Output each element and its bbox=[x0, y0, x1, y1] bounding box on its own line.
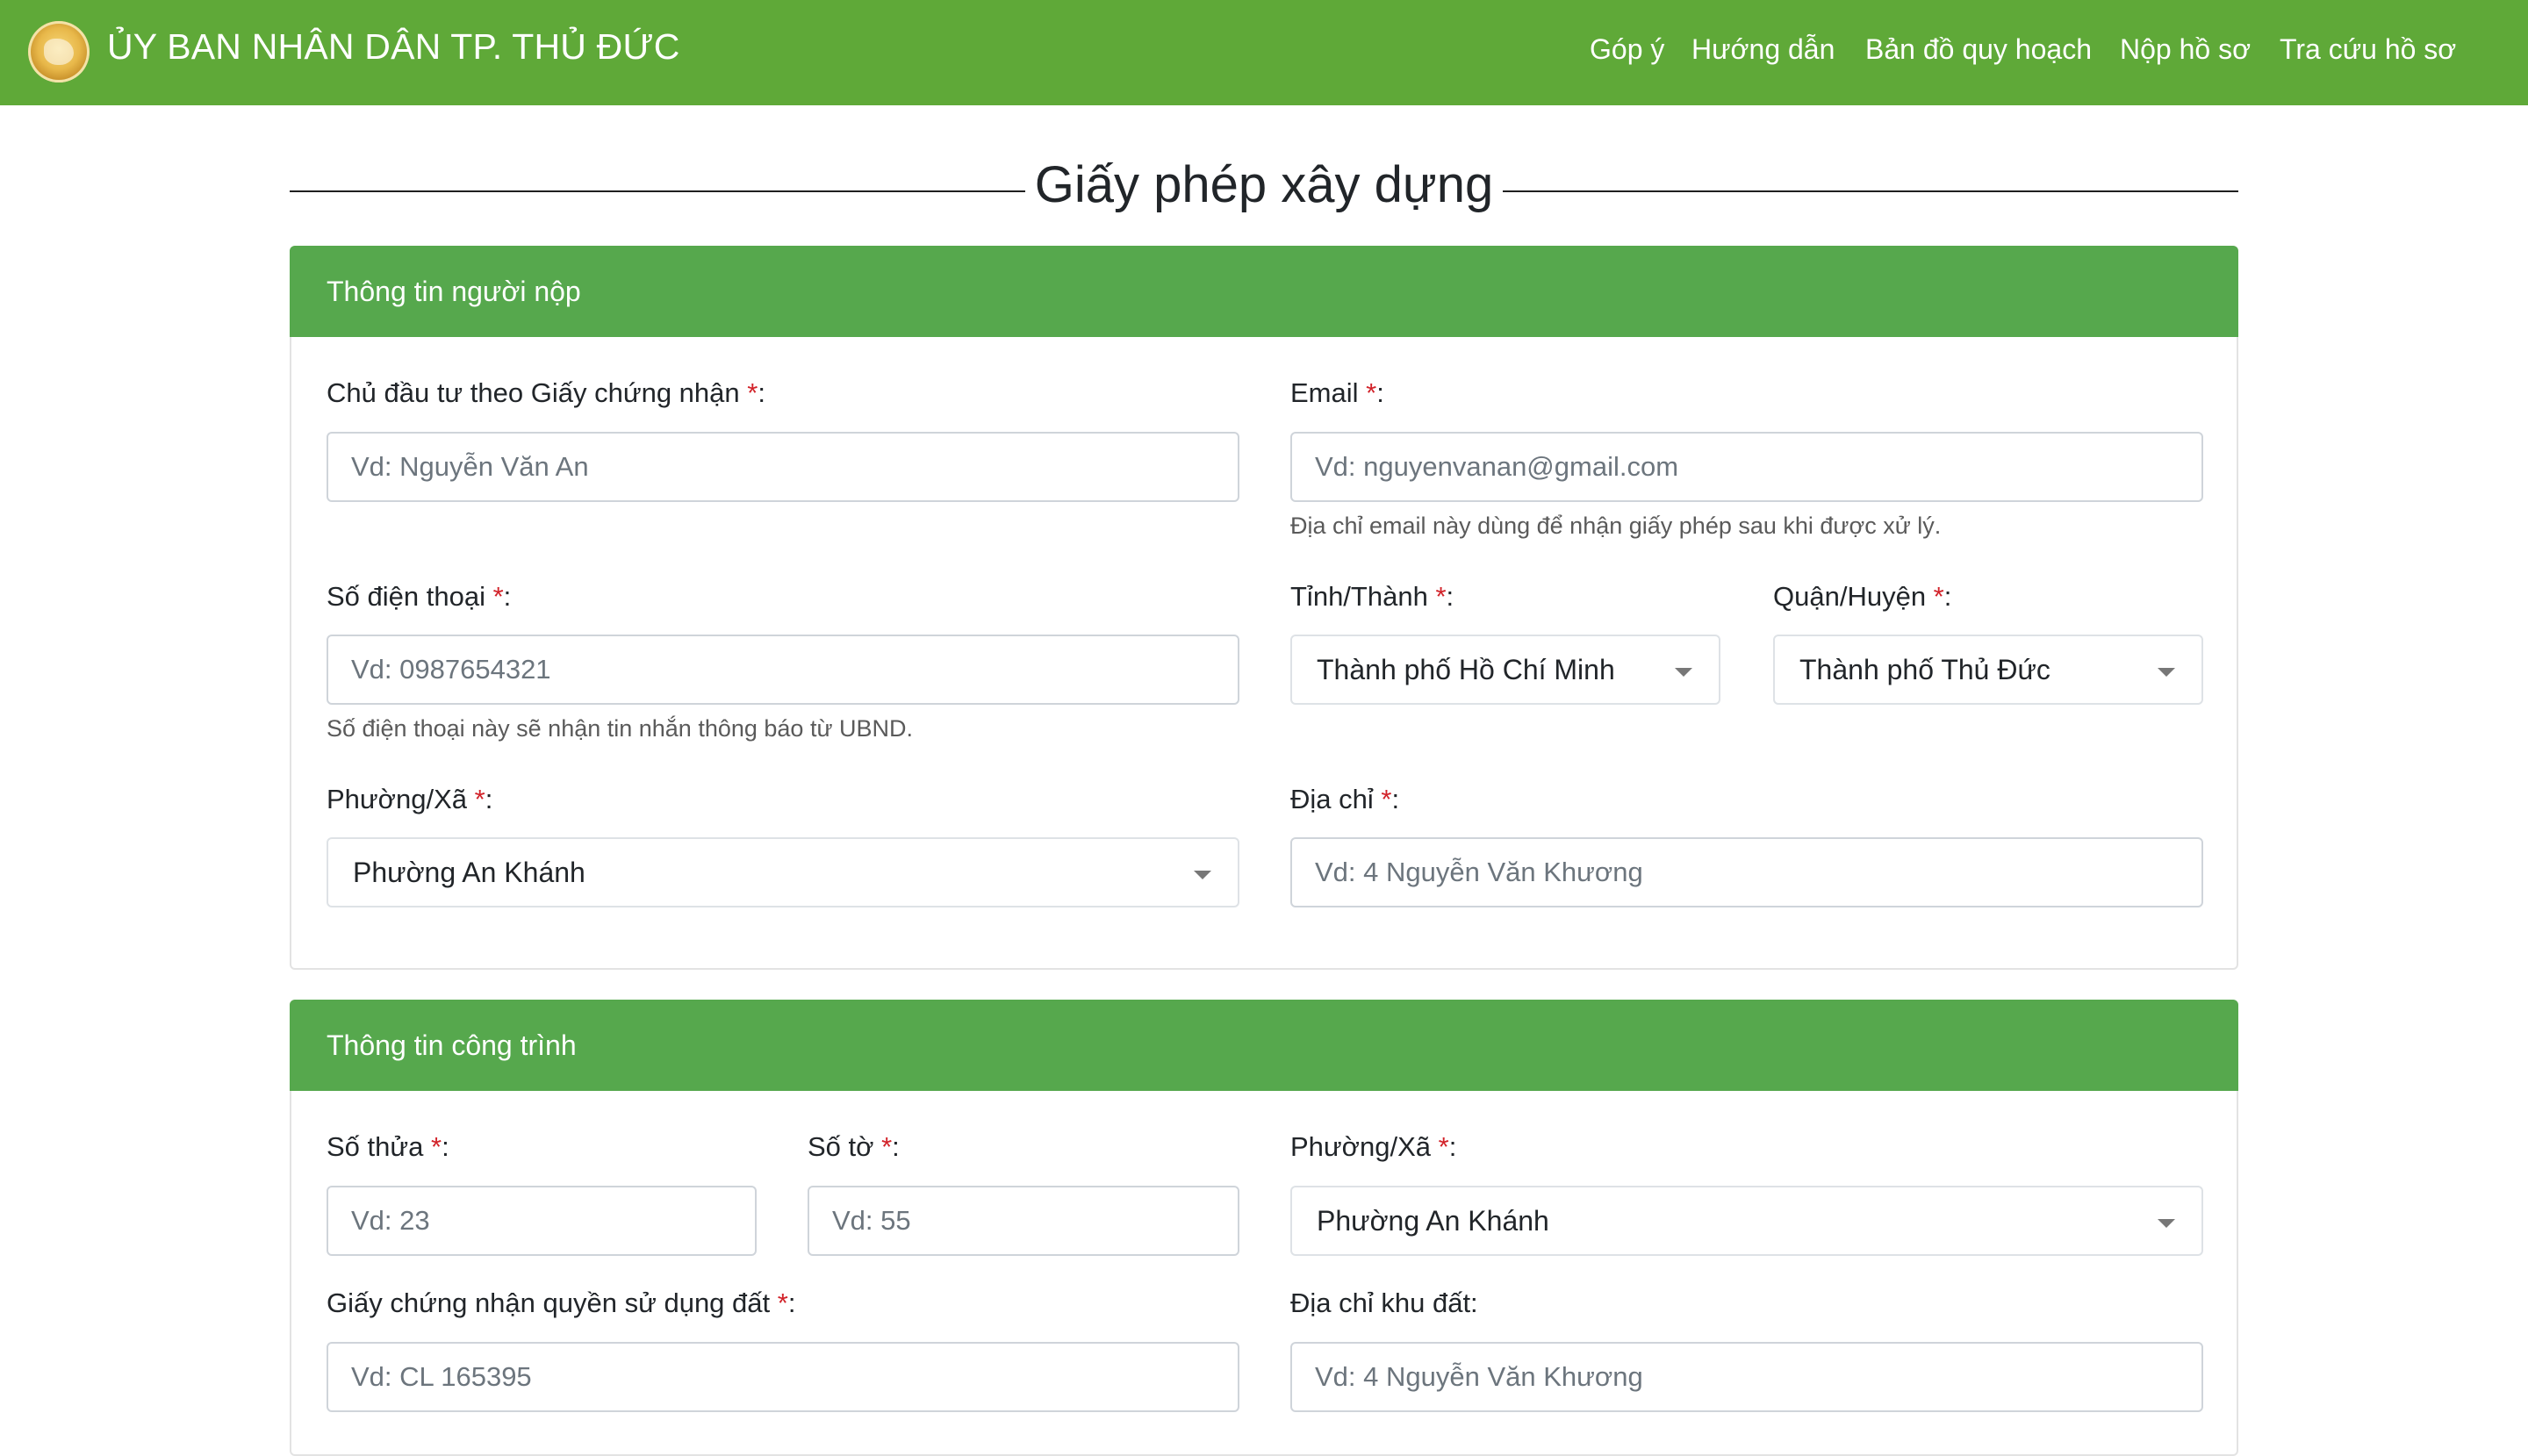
district-label: Quận/Huyện *: bbox=[1773, 581, 1952, 612]
project-info-heading: Thông tin công trình bbox=[327, 1029, 577, 1061]
owner-name-input[interactable] bbox=[327, 432, 1239, 502]
top-navbar: ỦY BAN NHÂN DÂN TP. THỦ ĐỨC Góp ý Hướng … bbox=[0, 0, 2528, 105]
phone-label: Số điện thoại *: bbox=[327, 581, 512, 612]
applicant-info-card: Thông tin người nộp Chủ đầu tư theo Giấy… bbox=[290, 246, 2238, 970]
email-help-text: Địa chỉ email này dùng để nhận giấy phép… bbox=[1290, 513, 1942, 539]
email-label: Email *: bbox=[1290, 377, 1384, 408]
sheet-number-input[interactable] bbox=[808, 1186, 1239, 1256]
nav-submit-application[interactable]: Nộp hồ sơ bbox=[2120, 33, 2251, 66]
email-input[interactable] bbox=[1290, 432, 2203, 502]
applicant-info-header: Thông tin người nộp bbox=[290, 246, 2238, 337]
ward-label: Phường/Xã *: bbox=[327, 784, 493, 814]
sheet-number-label: Số tờ *: bbox=[808, 1131, 900, 1162]
district-select[interactable]: Thành phố Thủ Đức bbox=[1773, 635, 2203, 705]
owner-label: Chủ đầu tư theo Giấy chứng nhận *: bbox=[327, 377, 765, 408]
project-ward-select-value: Phường An Khánh bbox=[1317, 1205, 1549, 1237]
province-label: Tỉnh/Thành *: bbox=[1290, 581, 1454, 612]
caret-down-icon bbox=[1194, 871, 1211, 879]
address-input[interactable] bbox=[1290, 837, 2203, 907]
page-title: Giấy phép xây dựng bbox=[1034, 156, 1494, 213]
emblem-logo-icon[interactable] bbox=[28, 21, 90, 82]
land-address-input[interactable] bbox=[1290, 1342, 2203, 1412]
nav-lookup-application[interactable]: Tra cứu hồ sơ bbox=[2280, 33, 2456, 66]
phone-help-text: Số điện thoại này sẽ nhận tin nhắn thông… bbox=[327, 715, 914, 742]
caret-down-icon bbox=[1675, 668, 1692, 677]
ward-select-value: Phường An Khánh bbox=[353, 857, 585, 888]
province-select-value: Thành phố Hồ Chí Minh bbox=[1317, 654, 1615, 685]
project-ward-select[interactable]: Phường An Khánh bbox=[1290, 1186, 2203, 1256]
province-select[interactable]: Thành phố Hồ Chí Minh bbox=[1290, 635, 1720, 705]
land-certificate-input[interactable] bbox=[327, 1342, 1239, 1412]
nav-planning-map[interactable]: Bản đồ quy hoạch bbox=[1865, 33, 2092, 66]
project-ward-label: Phường/Xã *: bbox=[1290, 1131, 1457, 1162]
brand-title[interactable]: ỦY BAN NHÂN DÂN TP. THỦ ĐỨC bbox=[107, 26, 680, 68]
ward-select[interactable]: Phường An Khánh bbox=[327, 837, 1239, 907]
district-select-value: Thành phố Thủ Đức bbox=[1799, 654, 2050, 685]
land-certificate-label: Giấy chứng nhận quyền sử dụng đất *: bbox=[327, 1287, 796, 1318]
plot-number-label: Số thửa *: bbox=[327, 1131, 449, 1162]
project-info-header: Thông tin công trình bbox=[290, 1000, 2238, 1091]
applicant-info-heading: Thông tin người nộp bbox=[327, 276, 581, 307]
phone-input[interactable] bbox=[327, 635, 1239, 705]
project-info-card: Thông tin công trình Số thửa *: Số tờ *:… bbox=[290, 1000, 2238, 1456]
plot-number-input[interactable] bbox=[327, 1186, 757, 1256]
caret-down-icon bbox=[2158, 1219, 2175, 1228]
land-address-label: Địa chỉ khu đất: bbox=[1290, 1287, 1478, 1318]
nav-feedback[interactable]: Góp ý bbox=[1590, 33, 1664, 66]
address-label: Địa chỉ *: bbox=[1290, 784, 1400, 814]
caret-down-icon bbox=[2158, 668, 2175, 677]
nav-guide[interactable]: Hướng dẫn bbox=[1691, 33, 1835, 66]
